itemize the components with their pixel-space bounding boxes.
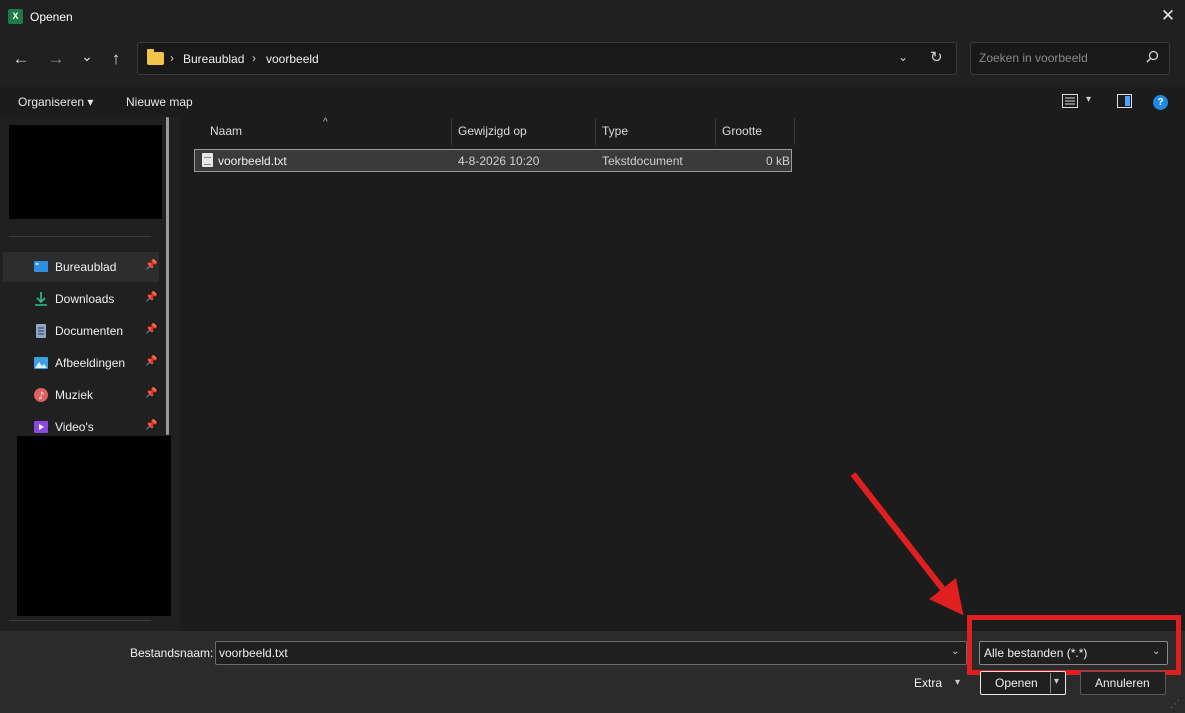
pin-icon[interactable]: 📌 [145, 260, 157, 271]
breadcrumb-separator: › [170, 51, 174, 65]
navigation-pane: Bureaublad 📌 Downloads 📌 Documenten 📌 Af… [0, 117, 178, 631]
sidebar-item-label: Muziek [55, 388, 94, 402]
up-button[interactable]: ↑ [104, 46, 128, 72]
view-list-icon[interactable] [1062, 94, 1078, 108]
column-header-name[interactable]: Naam [210, 124, 242, 138]
sidebar-scrollbar[interactable] [166, 117, 169, 435]
view-dropdown-icon[interactable]: ▾ [1086, 94, 1091, 105]
file-name: voorbeeld.txt [218, 154, 287, 168]
filetype-value: Alle bestanden (*.*) [984, 646, 1088, 660]
sidebar-item-afbeeldingen[interactable]: Afbeeldingen 📌 [3, 348, 159, 378]
filename-combobox[interactable]: ⌄ [215, 641, 967, 665]
file-type: Tekstdocument [602, 154, 683, 168]
column-separator[interactable] [595, 118, 596, 145]
pin-icon[interactable]: 📌 [145, 292, 157, 303]
sidebar-item-label: Bureaublad [55, 260, 117, 274]
column-separator[interactable] [715, 118, 716, 145]
chevron-down-icon: ⌄ [1152, 646, 1161, 657]
divider [9, 236, 151, 237]
file-list: ^ Naam Gewijzigd op Type Grootte voorbee… [180, 117, 1185, 631]
divider [9, 620, 151, 621]
document-icon [36, 324, 46, 338]
chevron-down-icon[interactable]: ⌄ [951, 646, 959, 657]
excel-app-icon: X [8, 9, 23, 24]
redacted-area [17, 436, 171, 616]
redacted-area [9, 125, 162, 219]
search-icon[interactable] [1146, 50, 1159, 63]
sidebar-item-label: Documenten [55, 324, 124, 338]
window-title: Openen [30, 10, 73, 24]
search-box[interactable] [970, 42, 1170, 75]
folder-icon [147, 49, 164, 65]
breadcrumb-voorbeeld[interactable]: voorbeeld [266, 52, 319, 66]
text-file-icon [202, 153, 213, 167]
open-button[interactable]: Openen ▾ [980, 671, 1066, 695]
close-button[interactable]: ✕ [1155, 5, 1181, 27]
recent-locations-button[interactable]: ⌄ [75, 43, 99, 69]
dialog-footer: Bestandsnaam: ⌄ Alle bestanden (*.*) ⌄ E… [0, 615, 1185, 713]
pictures-icon [34, 357, 48, 369]
search-input[interactable] [979, 51, 1139, 65]
extra-button[interactable]: Extra [914, 676, 942, 690]
column-separator[interactable] [794, 118, 795, 145]
forward-button[interactable]: → [44, 46, 68, 72]
refresh-icon[interactable]: ↻ [930, 48, 943, 66]
sidebar-item-downloads[interactable]: Downloads 📌 [3, 284, 159, 314]
organize-button[interactable]: Organiseren ▾ [18, 95, 93, 109]
sidebar-item-label: Downloads [55, 292, 115, 306]
music-icon: ♪ [34, 388, 48, 402]
sidebar-item-label: Video's [55, 420, 94, 434]
address-dropdown-icon[interactable]: ⌄ [898, 50, 908, 64]
extra-dropdown-icon[interactable]: ▾ [955, 677, 960, 688]
address-bar[interactable]: › Bureaublad › voorbeeld ⌄ ↻ [137, 42, 957, 75]
pin-icon[interactable]: 📌 [145, 356, 157, 367]
sidebar-item-documenten[interactable]: Documenten 📌 [3, 316, 159, 346]
resize-grip-icon[interactable]: ⋰ [1170, 699, 1180, 710]
cancel-button[interactable]: Annuleren [1080, 671, 1166, 695]
breadcrumb-separator: › [252, 51, 256, 65]
file-row[interactable]: voorbeeld.txt 4-8-2026 10:20 Tekstdocume… [194, 149, 792, 172]
help-icon[interactable]: ? [1153, 95, 1168, 110]
svg-text:♪: ♪ [38, 391, 44, 402]
title-bar: X Openen ✕ [0, 0, 1185, 34]
column-header-type[interactable]: Type [602, 124, 628, 138]
filetype-select[interactable]: Alle bestanden (*.*) ⌄ [979, 641, 1168, 665]
pin-icon[interactable]: 📌 [145, 388, 157, 399]
split-divider [1050, 673, 1051, 693]
file-modified: 4-8-2026 10:20 [458, 154, 540, 168]
filename-input[interactable] [219, 646, 939, 660]
breadcrumb-bureaublad[interactable]: Bureaublad [183, 52, 244, 66]
download-icon [35, 292, 47, 306]
filename-label: Bestandsnaam: [130, 646, 214, 660]
column-header-size[interactable]: Grootte [722, 124, 762, 138]
sidebar-item-label: Afbeeldingen [55, 356, 126, 370]
new-folder-button[interactable]: Nieuwe map [126, 95, 193, 109]
column-separator[interactable] [451, 118, 452, 145]
sidebar-item-muziek[interactable]: ♪ Muziek 📌 [3, 380, 159, 410]
file-size: 0 kB [766, 154, 791, 168]
sidebar-item-bureaublad[interactable]: Bureaublad 📌 [3, 252, 159, 282]
command-bar: Organiseren ▾ Nieuwe map ▾ [0, 87, 1185, 117]
column-header-modified[interactable]: Gewijzigd op [458, 124, 527, 138]
pin-icon[interactable]: 📌 [145, 420, 157, 431]
desktop-icon [34, 261, 48, 272]
video-icon [34, 421, 48, 433]
cancel-button-label: Annuleren [1095, 676, 1150, 690]
back-button[interactable]: ← [9, 46, 33, 72]
sort-ascending-icon: ^ [323, 117, 328, 128]
open-button-label: Openen [995, 676, 1038, 690]
open-dropdown-icon[interactable]: ▾ [1054, 676, 1059, 687]
pin-icon[interactable]: 📌 [145, 324, 157, 335]
preview-pane-icon[interactable] [1117, 94, 1132, 108]
